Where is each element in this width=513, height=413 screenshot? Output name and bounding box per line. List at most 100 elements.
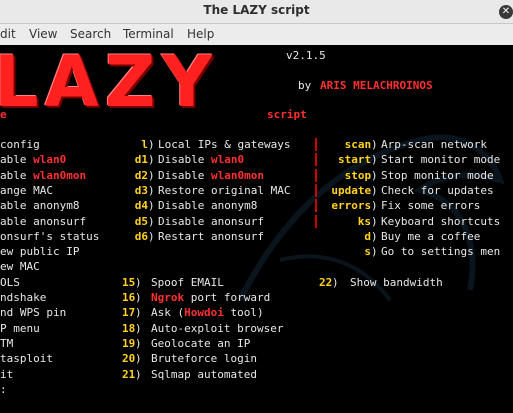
interface-name: wlan0mon: [33, 168, 87, 182]
menu-option-left: able wlan0mon: [0, 168, 87, 182]
menu-option-left: it: [0, 367, 14, 381]
option-key: scan: [344, 138, 372, 151]
option-key: d6: [134, 229, 149, 243]
tool-number: 16: [122, 291, 136, 304]
option-paren: ): [148, 153, 155, 167]
option-paren: ): [148, 199, 155, 213]
menu-option-left: OLS: [0, 275, 20, 289]
tool-number: 15: [122, 275, 136, 289]
option-text: Disable anonsurf: [158, 214, 264, 228]
option-text: Keyboard shortcuts: [381, 214, 501, 228]
close-icon[interactable]: ✕: [499, 5, 513, 19]
menu-option-left: :: [0, 382, 7, 396]
option-paren: ): [135, 291, 142, 304]
option-paren: ): [135, 352, 142, 366]
menu-option-left: ndshake: [0, 291, 47, 304]
menu-option-left: onsurf's status: [0, 229, 100, 243]
menu-option-left: nd WPS pin: [0, 306, 67, 320]
option-paren: ): [148, 183, 155, 197]
author-name: ARIS MELACHROINOS: [320, 79, 433, 92]
tool-text: Ngrok port forward: [151, 290, 270, 305]
tool-number: 19: [122, 336, 136, 350]
option-paren: ): [371, 245, 378, 259]
tool-text: Show bandwidth: [350, 275, 443, 289]
menu-option-left: ew MAC: [0, 260, 40, 274]
lazy-logo: LAZY: [0, 45, 219, 123]
interface-name: wlan0mon: [210, 168, 264, 182]
tool-number: 22: [319, 275, 333, 289]
column-separator: [315, 183, 317, 197]
option-key: errors: [331, 199, 372, 213]
column-separator: [315, 214, 317, 228]
menu-search[interactable]: Search: [70, 27, 111, 41]
option-key: start: [338, 153, 372, 167]
option-paren: ): [135, 306, 142, 320]
option-key: d3: [134, 183, 149, 197]
version-label: v2.1.5: [286, 49, 326, 62]
option-paren: ): [371, 168, 378, 182]
tool-number: 21: [122, 367, 136, 381]
menu-view[interactable]: View: [29, 27, 57, 41]
menu-option-left: able anonym8: [0, 199, 80, 213]
option-paren: ): [371, 199, 378, 213]
option-key: d1: [134, 153, 149, 167]
option-key: update: [331, 183, 372, 197]
tool-text: Ask (Howdoi tool): [151, 306, 264, 320]
option-key: d2: [134, 168, 149, 182]
option-paren: ): [371, 153, 378, 167]
banner-script-word: script: [267, 108, 307, 121]
option-paren: ): [371, 214, 378, 228]
tool-text: Auto-exploit browser: [151, 321, 284, 335]
option-text: Check for updates: [381, 183, 494, 197]
option-paren: ): [148, 138, 155, 151]
option-paren: ): [135, 367, 142, 381]
option-text: Go to settings men: [381, 245, 501, 259]
tool-number: 20: [122, 352, 136, 366]
option-text: Stop monitor mode: [381, 168, 494, 182]
menu-option-left: able wlan0: [0, 153, 67, 167]
by-label: by: [298, 79, 312, 92]
column-separator: [315, 168, 317, 182]
option-key: d5: [134, 214, 149, 228]
interface-name: wlan0: [210, 153, 245, 167]
column-separator: [315, 199, 317, 213]
option-text: Arp-scan network: [381, 138, 487, 151]
menu-option-left: config: [0, 138, 40, 151]
tool-text-tail: port forward: [184, 291, 271, 304]
option-text: Fix some errors: [381, 199, 481, 213]
option-text: Start monitor mode: [381, 153, 501, 167]
tool-text: Sqlmap automated: [151, 367, 257, 381]
tool-text: Spoof EMAIL: [151, 275, 224, 289]
option-paren: ): [135, 336, 142, 350]
tool-number: 17: [122, 306, 136, 320]
menu-option-left: TM: [0, 336, 14, 350]
column-separator: [315, 138, 317, 151]
option-paren: ): [135, 321, 142, 335]
option-paren: ): [371, 183, 378, 197]
menu-help[interactable]: Help: [187, 27, 214, 41]
option-key: stop: [344, 168, 372, 182]
tool-text-tail: tool): [223, 306, 264, 320]
tool-highlight: Howdoi: [184, 306, 224, 320]
menu-terminal[interactable]: Terminal: [123, 27, 174, 41]
option-text: Disable wlan0mon: [158, 168, 264, 182]
menu-edit[interactable]: dit: [0, 27, 16, 41]
option-text: Restart anonsurf: [158, 229, 264, 243]
option-paren: ): [371, 229, 378, 243]
option-paren: ): [148, 168, 155, 182]
terminal-output[interactable]: LAZY v2.1.5 by ARIS MELACHROINOS e scrip…: [0, 45, 513, 413]
menu-option-left: P menu: [0, 321, 40, 335]
option-paren: ): [148, 214, 155, 228]
option-text: Local IPs & gateways: [158, 138, 291, 151]
menu-option-left: tasploit: [0, 352, 53, 366]
option-paren: ): [332, 275, 339, 289]
option-key: ks: [357, 214, 372, 228]
option-text: Disable anonym8: [158, 199, 258, 213]
window-title: The LAZY script: [203, 3, 310, 17]
tool-highlight: Ngrok: [151, 291, 185, 304]
menu-option-left: ange MAC: [0, 183, 53, 197]
banner-left-word: e: [0, 108, 7, 121]
interface-name: wlan0: [33, 153, 67, 167]
option-text: Buy me a coffee: [381, 229, 481, 243]
title-bar: The LAZY script ✕: [0, 0, 513, 24]
